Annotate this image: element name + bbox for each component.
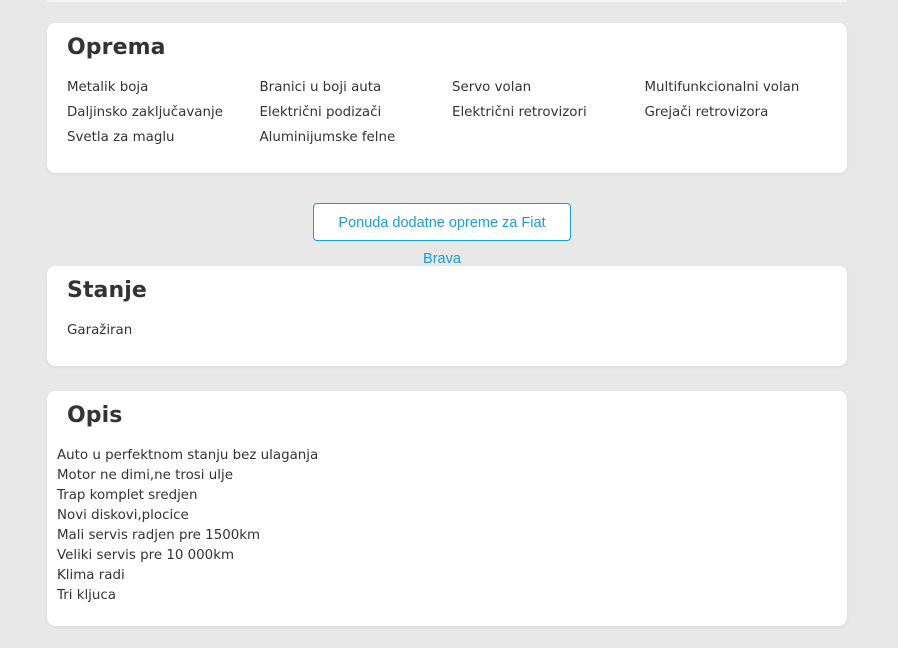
equipment-item: Grejači retrovizora: [644, 105, 769, 120]
description-title: Opis: [67, 403, 123, 428]
description-line: Klima radi: [57, 568, 125, 583]
equipment-item: Daljinsko zaključavanje: [67, 105, 223, 120]
condition-title: Stanje: [67, 278, 147, 303]
equipment-item: Metalik boja: [67, 80, 149, 95]
equipment-card: Oprema Metalik boja Branici u boji auta …: [47, 23, 847, 173]
description-line: Motor ne dimi,ne trosi ulje: [57, 468, 233, 483]
description-line: Mali servis radjen pre 1500km: [57, 528, 261, 543]
description-line: Trap komplet sredjen: [57, 488, 198, 503]
description-line: Veliki servis pre 10 000km: [57, 548, 234, 563]
condition-value: Garažiran: [67, 323, 133, 338]
equipment-item: Servo volan: [452, 80, 532, 95]
equipment-item: Električni retrovizori: [452, 105, 587, 120]
previous-card-edge: [47, 0, 847, 2]
equipment-item: Električni podizači: [259, 105, 382, 120]
description-line: Tri kljuca: [57, 588, 116, 603]
equipment-list: Metalik boja Branici u boji auta Servo v…: [67, 78, 837, 153]
equipment-item: Branici u boji auta: [259, 80, 382, 95]
extra-equipment-offer-button[interactable]: Ponuda dodatne opreme za Fiat Brava: [313, 203, 571, 267]
equipment-item: Svetla za maglu: [67, 130, 175, 145]
equipment-item: Aluminijumske felne: [259, 130, 396, 145]
description-card: Opis Auto u perfektnom stanju bez ulagan…: [47, 391, 847, 626]
equipment-title: Oprema: [67, 35, 166, 60]
equipment-item: Multifunkcionalni volan: [644, 80, 800, 95]
condition-card: Stanje Garažiran: [47, 266, 847, 366]
description-line: Novi diskovi,plocice: [57, 508, 189, 523]
description-line: Auto u perfektnom stanju bez ulaganja: [57, 448, 319, 463]
description-text: Auto u perfektnom stanju bez ulaganja Mo…: [57, 446, 318, 606]
